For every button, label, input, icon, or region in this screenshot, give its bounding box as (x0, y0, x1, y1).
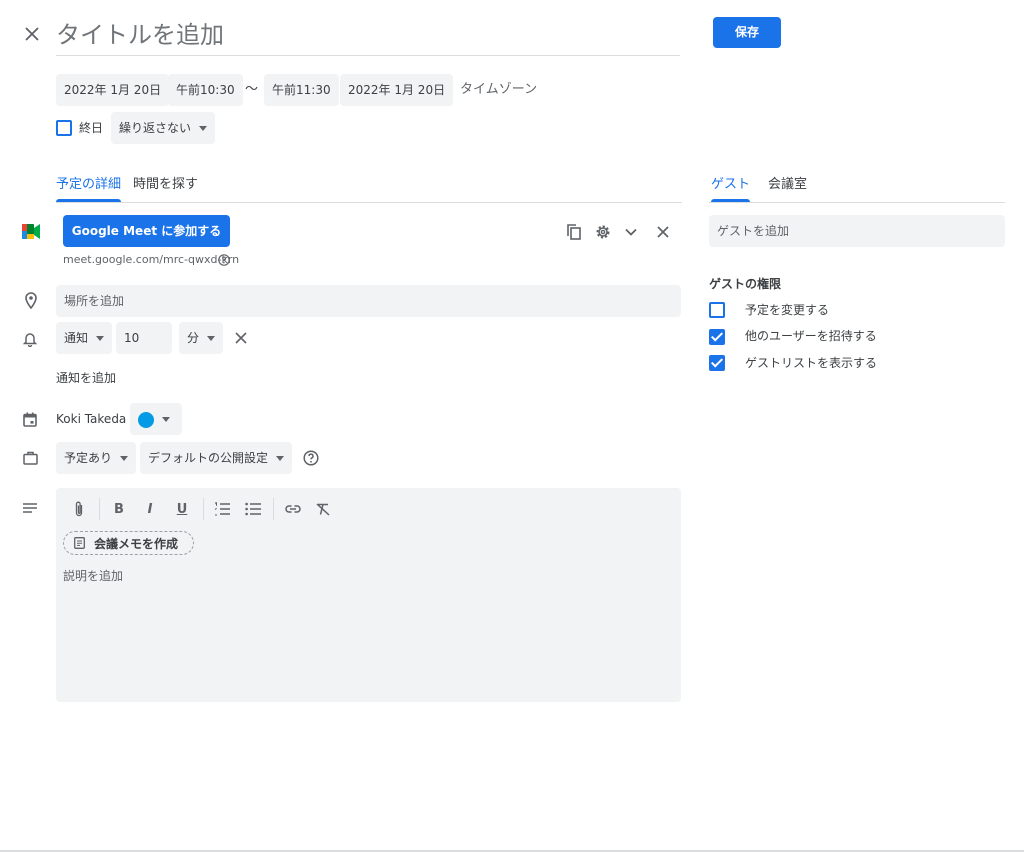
tab-event-details[interactable]: 予定の詳細 (56, 168, 122, 202)
link-icon[interactable] (283, 499, 303, 519)
tab-find-time[interactable]: 時間を探す (133, 168, 198, 202)
toolbar-divider (273, 498, 274, 520)
permissions-title: ゲストの権限 (709, 277, 782, 291)
notification-type-label: 通知 (64, 331, 89, 345)
busy-label: 予定あり (64, 451, 113, 465)
bell-icon (19, 328, 41, 350)
gear-icon[interactable] (593, 222, 613, 242)
chevron-down-icon[interactable] (621, 222, 641, 242)
briefcase-icon (19, 447, 41, 469)
notification-unit-dropdown[interactable]: 分 (179, 322, 224, 354)
meeting-notes-label: 会議メモを作成 (94, 536, 179, 551)
notification-unit-label: 分 (187, 331, 200, 345)
remove-notification-icon[interactable] (231, 328, 251, 348)
copy-icon[interactable] (564, 222, 584, 242)
visibility-label: デフォルトの公開設定 (148, 451, 269, 465)
help-icon[interactable] (217, 253, 231, 267)
chevron-down-icon (276, 456, 285, 461)
location-input[interactable]: 場所を追加 (56, 285, 681, 317)
underline-icon[interactable]: U (172, 499, 192, 519)
timezone-link[interactable]: タイムゾーン (460, 74, 537, 106)
chevron-down-icon (207, 336, 216, 341)
google-meet-icon (20, 220, 42, 242)
permission-checkbox-invite[interactable] (709, 329, 725, 345)
close-icon[interactable] (20, 22, 44, 46)
save-button[interactable]: 保存 (713, 17, 781, 48)
toolbar-divider (203, 498, 204, 520)
meeting-notes-button[interactable]: 会議メモを作成 (63, 531, 194, 555)
chevron-down-icon (199, 126, 208, 131)
repeat-label: 繰り返さない (119, 121, 192, 135)
toolbar-divider (99, 498, 100, 520)
repeat-dropdown[interactable]: 繰り返さない (111, 112, 216, 144)
permission-checkbox-see-guests[interactable] (709, 355, 725, 371)
notification-value-input[interactable]: 10 (116, 322, 172, 354)
tab-guests[interactable]: ゲスト (711, 168, 751, 202)
calendar-icon (19, 408, 41, 430)
title-input[interactable]: タイトルを追加 (56, 16, 680, 56)
right-tabs-divider (709, 202, 1005, 203)
description-icon (19, 497, 41, 519)
busy-dropdown[interactable]: 予定あり (56, 442, 137, 474)
calendar-owner: Koki Takeda (56, 412, 127, 426)
start-time-chip[interactable]: 午前10:30 (168, 74, 243, 106)
all-day-label: 終日 (79, 121, 104, 135)
start-date-chip[interactable]: 2022年 1月 20日 (56, 74, 170, 106)
permission-checkbox-modify[interactable] (709, 302, 725, 318)
meet-url[interactable]: meet.google.com/mrc-qwxd-krn (63, 253, 239, 266)
permission-label: 予定を変更する (745, 303, 830, 317)
time-separator: 〜 (245, 82, 259, 97)
add-guest-input[interactable]: ゲストを追加 (709, 215, 1005, 247)
remove-meet-icon[interactable] (653, 222, 673, 242)
visibility-dropdown[interactable]: デフォルトの公開設定 (140, 442, 293, 474)
italic-icon[interactable]: I (140, 499, 160, 519)
calendar-color-picker[interactable] (130, 403, 182, 435)
chevron-down-icon (162, 417, 170, 422)
tab-rooms[interactable]: 会議室 (768, 168, 807, 202)
help-icon[interactable] (301, 448, 321, 468)
add-notification-link[interactable]: 通知を追加 (56, 368, 116, 388)
description-editor[interactable] (56, 488, 681, 702)
document-icon (74, 537, 85, 549)
attach-icon[interactable] (69, 499, 89, 519)
end-date-chip[interactable]: 2022年 1月 20日 (340, 74, 454, 106)
permission-label: 他のユーザーを招待する (745, 329, 877, 343)
description-placeholder[interactable]: 説明を追加 (63, 567, 123, 584)
tabs-divider (56, 202, 682, 203)
color-swatch (138, 411, 154, 428)
bulleted-list-icon[interactable] (243, 499, 263, 519)
chevron-down-icon (120, 456, 129, 461)
join-meet-button[interactable]: Google Meet に参加する (63, 215, 230, 247)
all-day-checkbox[interactable] (56, 120, 72, 136)
end-time-chip[interactable]: 午前11:30 (264, 74, 339, 106)
location-pin-icon (20, 289, 42, 311)
permission-label: ゲストリストを表示する (745, 356, 878, 370)
clear-formatting-icon[interactable] (313, 499, 333, 519)
chevron-down-icon (96, 336, 105, 341)
notification-type-dropdown[interactable]: 通知 (56, 322, 113, 354)
bold-icon[interactable]: B (109, 499, 129, 519)
numbered-list-icon[interactable] (212, 499, 232, 519)
